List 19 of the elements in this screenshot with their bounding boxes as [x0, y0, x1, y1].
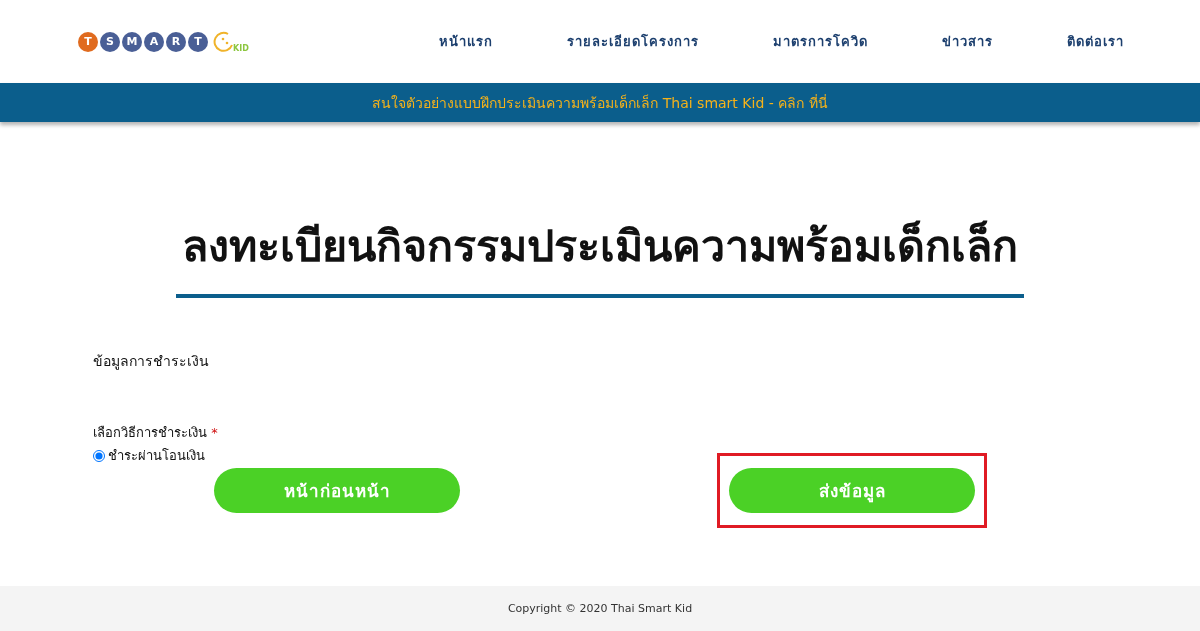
logo-letter: T: [188, 31, 208, 52]
logo-letter: A: [144, 31, 164, 52]
field-label: เลือกวิธีการชำระเงิน *: [93, 424, 219, 442]
nav-link[interactable]: รายละเอียดโครงการ: [567, 31, 699, 52]
logo-kid-text: KID: [233, 43, 249, 53]
copyright-text: Copyright © 2020 Thai Smart Kid: [507, 602, 693, 615]
nav-link[interactable]: มาตรการโควิด: [773, 31, 868, 52]
section-heading: ข้อมูลการชำระเงิน: [93, 352, 210, 372]
nav-link[interactable]: หน้าแรก: [439, 31, 493, 52]
smiley-icon: [213, 30, 235, 53]
logo-letter: S: [100, 31, 120, 52]
page-title: ลงทะเบียนกิจกรรมประเมินความพร้อมเด็กเล็ก: [176, 212, 1024, 298]
logo-letter: R: [166, 31, 186, 52]
logo-letter: M: [122, 31, 142, 52]
radio-label: ชำระผ่านโอนเงิน: [108, 447, 205, 465]
logo-letter: T: [78, 31, 98, 52]
nav-link[interactable]: ติดต่อเรา: [1067, 31, 1124, 52]
nav-link[interactable]: ข่าวสาร: [942, 31, 993, 52]
radio-button[interactable]: [93, 449, 105, 462]
